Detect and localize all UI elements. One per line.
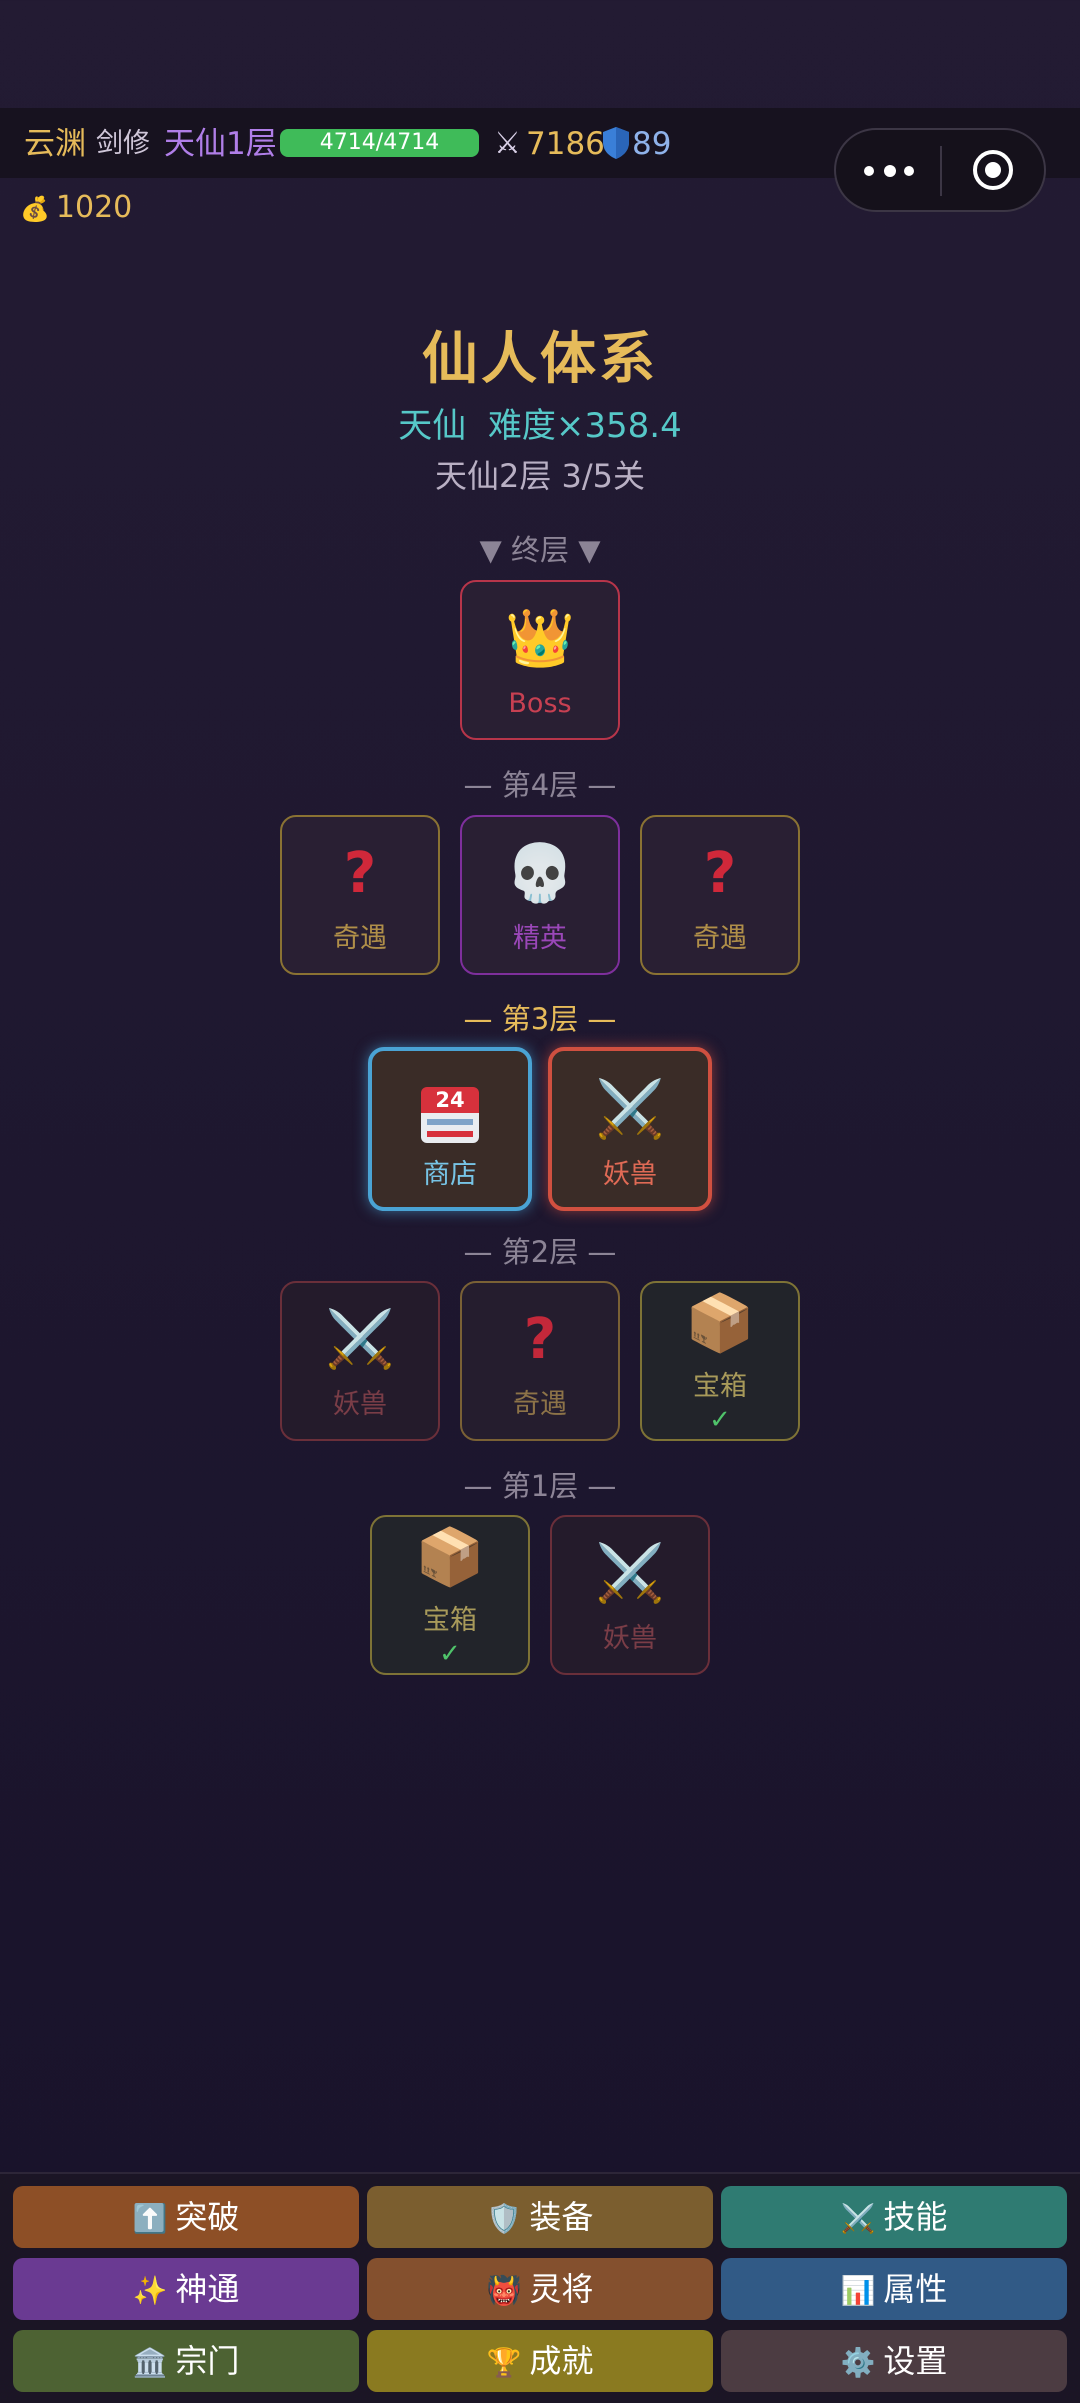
- shield-icon: [602, 126, 630, 170]
- achievements-button[interactable]: 🏆 成就: [367, 2330, 713, 2392]
- button-label: 装备: [529, 2198, 594, 2236]
- button-label: 灵将: [529, 2270, 594, 2308]
- ogre-icon: 👹: [486, 2274, 522, 2307]
- crossed-swords-icon: ⚔️: [840, 2202, 876, 2235]
- miniprogram-capsule: [834, 128, 1046, 212]
- shield-icon: 🛡️: [486, 2202, 522, 2235]
- money-bag-icon: 💰: [20, 195, 50, 223]
- node-label: 妖兽: [603, 1159, 657, 1190]
- button-label: 技能: [883, 2198, 948, 2236]
- attack-value: 7186: [526, 126, 605, 162]
- node-event[interactable]: ? 奇遇: [460, 1281, 620, 1441]
- bottom-nav: ⬆️ 突破 🛡️ 装备 ⚔️ 技能 ✨ 神通 👹 灵将 📊 属性 🏛️ 宗门 🏆 成就 ⚙️ 设置: [0, 2172, 1080, 2403]
- up-arrow-icon: ⬆️: [132, 2202, 168, 2235]
- node-label: 妖兽: [603, 1623, 657, 1654]
- button-label: 突破: [175, 2198, 240, 2236]
- equipment-button[interactable]: 🛡️ 装备: [367, 2186, 713, 2248]
- close-miniprogram-icon[interactable]: [973, 150, 1013, 190]
- player-class: 剑修: [96, 128, 150, 159]
- layer-label-final: ▼ 终层 ▼: [479, 533, 601, 567]
- realm-difficulty: 天仙 难度×358.4: [398, 406, 682, 446]
- sect-button[interactable]: 🏛️ 宗门: [13, 2330, 359, 2392]
- question-icon: ?: [343, 841, 377, 906]
- skills-button[interactable]: ⚔️ 技能: [721, 2186, 1067, 2248]
- breakthrough-button[interactable]: ⬆️ 突破: [13, 2186, 359, 2248]
- node-event[interactable]: ? 奇遇: [640, 815, 800, 975]
- gold-value: 1020: [55, 190, 133, 225]
- node-beast[interactable]: ⚔️ 妖兽: [548, 1047, 712, 1211]
- package-icon: 📦: [415, 1525, 485, 1590]
- node-event[interactable]: ? 奇遇: [280, 815, 440, 975]
- player-name: 云渊: [24, 126, 86, 162]
- node-boss[interactable]: 👑 Boss: [460, 580, 620, 740]
- button-label: 成就: [529, 2342, 594, 2380]
- attributes-button[interactable]: 📊 属性: [721, 2258, 1067, 2320]
- node-chest[interactable]: 📦 宝箱 ✓: [370, 1515, 530, 1675]
- button-label: 神通: [175, 2270, 240, 2308]
- crossed-swords-icon: ⚔️: [595, 1541, 665, 1606]
- stage-progress: 天仙2层 3/5关: [434, 457, 646, 495]
- check-icon: ✓: [709, 1405, 731, 1435]
- button-label: 宗门: [175, 2342, 240, 2380]
- generals-button[interactable]: 👹 灵将: [367, 2258, 713, 2320]
- node-label: 奇遇: [693, 923, 747, 954]
- gold-display: 💰 1020: [20, 188, 132, 229]
- crossed-swords-icon: ⚔️: [595, 1077, 665, 1142]
- node-label: 奇遇: [513, 1389, 567, 1420]
- question-icon: ?: [523, 1307, 557, 1372]
- capsule-divider: [940, 146, 942, 196]
- layer-label-4: — 第4层 —: [463, 768, 617, 802]
- check-icon: ✓: [439, 1639, 461, 1669]
- bar-chart-icon: 📊: [840, 2274, 876, 2307]
- node-label: 宝箱: [693, 1371, 747, 1402]
- sword-icon: ⚔: [494, 126, 521, 161]
- trophy-icon: 🏆: [486, 2346, 522, 2379]
- node-chest[interactable]: 📦 宝箱 ✓: [640, 1281, 800, 1441]
- skull-icon: 💀: [505, 841, 575, 906]
- calendar-24-icon: 24: [372, 1077, 528, 1147]
- node-label: 宝箱: [423, 1605, 477, 1636]
- node-label: Boss: [508, 688, 572, 719]
- package-icon: 📦: [685, 1291, 755, 1356]
- layer-label-1: — 第1层 —: [463, 1469, 617, 1503]
- node-label: 商店: [423, 1159, 477, 1190]
- node-beast[interactable]: ⚔️ 妖兽: [550, 1515, 710, 1675]
- node-label: 奇遇: [333, 923, 387, 954]
- page-title: 仙人体系: [422, 327, 658, 392]
- button-label: 属性: [883, 2270, 948, 2308]
- node-shop[interactable]: 24 商店: [368, 1047, 532, 1211]
- player-realm: 天仙1层: [164, 126, 277, 162]
- layer-label-2: — 第2层 —: [463, 1235, 617, 1269]
- crown-icon: 👑: [505, 606, 575, 671]
- button-label: 设置: [883, 2342, 948, 2380]
- hp-value: 4714/4714: [319, 130, 440, 155]
- node-elite[interactable]: 💀 精英: [460, 815, 620, 975]
- more-menu-icon[interactable]: [864, 161, 914, 181]
- settings-button[interactable]: ⚙️ 设置: [721, 2330, 1067, 2392]
- powers-button[interactable]: ✨ 神通: [13, 2258, 359, 2320]
- node-beast[interactable]: ⚔️ 妖兽: [280, 1281, 440, 1441]
- classical-building-icon: 🏛️: [132, 2346, 168, 2379]
- defense-value: 89: [632, 126, 672, 162]
- gear-icon: ⚙️: [840, 2346, 876, 2379]
- hp-bar: 4714/4714: [280, 129, 479, 157]
- sparkles-icon: ✨: [132, 2274, 168, 2307]
- crossed-swords-icon: ⚔️: [325, 1307, 395, 1372]
- question-icon: ?: [703, 841, 737, 906]
- layer-label-3: — 第3层 —: [463, 1002, 617, 1036]
- node-label: 精英: [513, 923, 567, 954]
- node-label: 妖兽: [333, 1389, 387, 1420]
